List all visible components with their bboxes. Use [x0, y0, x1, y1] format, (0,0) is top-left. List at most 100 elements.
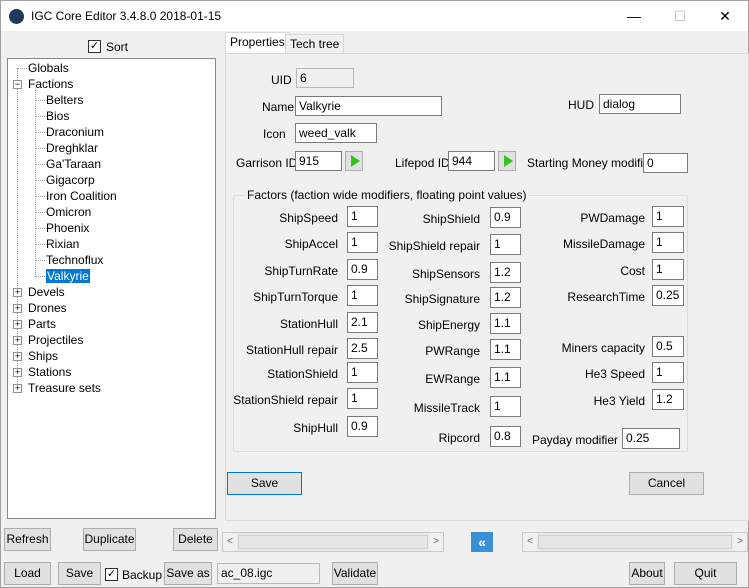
tree-item-devels[interactable]: Devels: [28, 285, 65, 300]
factor-field[interactable]: 0.9: [347, 416, 378, 437]
name-field[interactable]: Valkyrie: [295, 96, 442, 116]
tree-item-faction[interactable]: Dreghklar: [46, 141, 98, 156]
factor-field[interactable]: 1.2: [490, 287, 521, 308]
factor-label: ShipShield repair: [388, 239, 480, 253]
factor-field[interactable]: 1.1: [490, 367, 521, 388]
factor-field[interactable]: 2.1: [347, 312, 378, 333]
factor-field[interactable]: 1.1: [490, 313, 521, 334]
factor-field[interactable]: 1: [652, 259, 684, 280]
tree-item-faction[interactable]: Draconium: [46, 125, 104, 140]
tree-item-parts[interactable]: Parts: [28, 317, 56, 332]
fast-rewind-icon[interactable]: «: [471, 532, 493, 552]
tree-item-faction[interactable]: Gigacorp: [46, 173, 95, 188]
duplicate-button[interactable]: Duplicate: [83, 528, 136, 551]
factor-field[interactable]: 0.9: [490, 207, 521, 228]
tree-item-faction[interactable]: Belters: [46, 93, 83, 108]
expand-icon[interactable]: +: [13, 336, 22, 345]
tree-node-label: Ga'Taraan: [46, 157, 101, 171]
expand-icon[interactable]: +: [13, 384, 22, 393]
factor-field[interactable]: 1.2: [652, 389, 684, 410]
tree-node-label: Valkyrie: [46, 269, 90, 283]
refresh-button[interactable]: Refresh: [4, 528, 51, 551]
close-button[interactable]: ✕: [702, 1, 748, 31]
collapse-icon[interactable]: −: [13, 80, 22, 89]
expand-icon[interactable]: +: [13, 352, 22, 361]
about-button[interactable]: About: [629, 562, 665, 585]
tree-item-projectiles[interactable]: Projectiles: [28, 333, 83, 348]
tree-node-label: Stations: [28, 365, 72, 379]
tab-properties[interactable]: Properties: [225, 32, 290, 54]
factor-field[interactable]: 1: [347, 388, 378, 409]
sort-checkbox[interactable]: ✓: [88, 40, 101, 53]
expand-icon[interactable]: +: [13, 368, 22, 377]
factor-field[interactable]: 1: [652, 362, 684, 383]
validate-button[interactable]: Validate: [332, 562, 378, 585]
maximize-button[interactable]: ☐: [657, 1, 703, 31]
tree-item-ships[interactable]: Ships: [28, 349, 58, 364]
garrison-id-field[interactable]: 915: [295, 151, 342, 171]
expand-icon[interactable]: +: [13, 304, 22, 313]
tree-item-faction[interactable]: Valkyrie: [46, 269, 90, 284]
tree-item-faction[interactable]: Iron Coalition: [46, 189, 117, 204]
tree-node-label: Treasure sets: [28, 381, 101, 395]
save-as-button[interactable]: Save as: [164, 562, 212, 585]
factor-field[interactable]: 1: [347, 362, 378, 383]
tree-item-faction[interactable]: Technoflux: [46, 253, 103, 268]
lifepod-go-icon[interactable]: [498, 151, 516, 171]
backup-checkbox[interactable]: ✓: [105, 568, 118, 581]
factor-field[interactable]: 1: [347, 232, 378, 253]
factor-field[interactable]: 2.5: [347, 338, 378, 359]
scroll-right-arrow-icon[interactable]: >: [733, 533, 747, 551]
app-window: IGC Core Editor 3.4.8.0 2018-01-15 — ☐ ✕…: [0, 0, 749, 588]
expand-icon[interactable]: +: [13, 320, 22, 329]
tree-item-globals[interactable]: Globals: [28, 61, 69, 76]
tree-item-faction[interactable]: Bios: [46, 109, 69, 124]
factor-field[interactable]: 0.8: [490, 426, 521, 447]
save-button[interactable]: Save: [58, 562, 101, 585]
tree-item-faction[interactable]: Rixian: [46, 237, 79, 252]
quit-button[interactable]: Quit: [674, 562, 737, 585]
scroll-left-arrow-icon[interactable]: <: [223, 533, 237, 551]
cancel-button[interactable]: Cancel: [629, 472, 704, 495]
factor-field[interactable]: 0.25: [622, 428, 680, 449]
expand-icon[interactable]: +: [13, 288, 22, 297]
left-scrollbar[interactable]: < >: [222, 532, 444, 552]
factor-field[interactable]: 0.9: [347, 259, 378, 280]
factor-label: PWRange: [425, 344, 480, 358]
right-scrollbar[interactable]: < >: [522, 532, 748, 552]
object-tree[interactable]: Globals − Factions Belters Bios Draconium Dreg…: [7, 58, 216, 519]
factor-field[interactable]: 1: [652, 232, 684, 253]
minimize-button[interactable]: —: [611, 1, 657, 31]
scroll-right-arrow-icon[interactable]: >: [429, 533, 443, 551]
tree-item-faction[interactable]: Ga'Taraan: [46, 157, 101, 172]
tab-tech-tree[interactable]: Tech tree: [285, 34, 345, 54]
factor-field[interactable]: 1: [652, 206, 684, 227]
load-button[interactable]: Load: [4, 562, 51, 585]
scroll-thumb[interactable]: [238, 535, 428, 549]
delete-button[interactable]: Delete: [173, 528, 218, 551]
factor-field[interactable]: 1: [347, 285, 378, 306]
tree-node-label: Globals: [28, 61, 69, 75]
factor-field[interactable]: 1.1: [490, 339, 521, 360]
hud-field[interactable]: dialog: [599, 94, 681, 114]
factor-field[interactable]: 1.2: [490, 262, 521, 283]
tree-item-faction[interactable]: Omicron: [46, 205, 91, 220]
starting-money-field[interactable]: 0: [643, 153, 688, 173]
garrison-go-icon[interactable]: [345, 151, 363, 171]
factor-field[interactable]: 1: [490, 396, 521, 417]
lifepod-id-field[interactable]: 944: [448, 151, 495, 171]
scroll-left-arrow-icon[interactable]: <: [523, 533, 537, 551]
tree-item-faction[interactable]: Phoenix: [46, 221, 89, 236]
save-panel-button[interactable]: Save: [227, 472, 302, 495]
factor-field[interactable]: 0.5: [652, 336, 684, 357]
scroll-thumb[interactable]: [538, 535, 732, 549]
factor-field[interactable]: 1: [490, 234, 521, 255]
icon-field[interactable]: weed_valk: [295, 123, 377, 143]
tree-item-treasure-sets[interactable]: Treasure sets: [28, 381, 101, 396]
tree-line: [35, 89, 36, 277]
tree-item-drones[interactable]: Drones: [28, 301, 67, 316]
factor-field[interactable]: 0.25: [652, 285, 684, 306]
factor-field[interactable]: 1: [347, 206, 378, 227]
sort-label: Sort: [106, 40, 129, 54]
tree-item-stations[interactable]: Stations: [28, 365, 71, 380]
